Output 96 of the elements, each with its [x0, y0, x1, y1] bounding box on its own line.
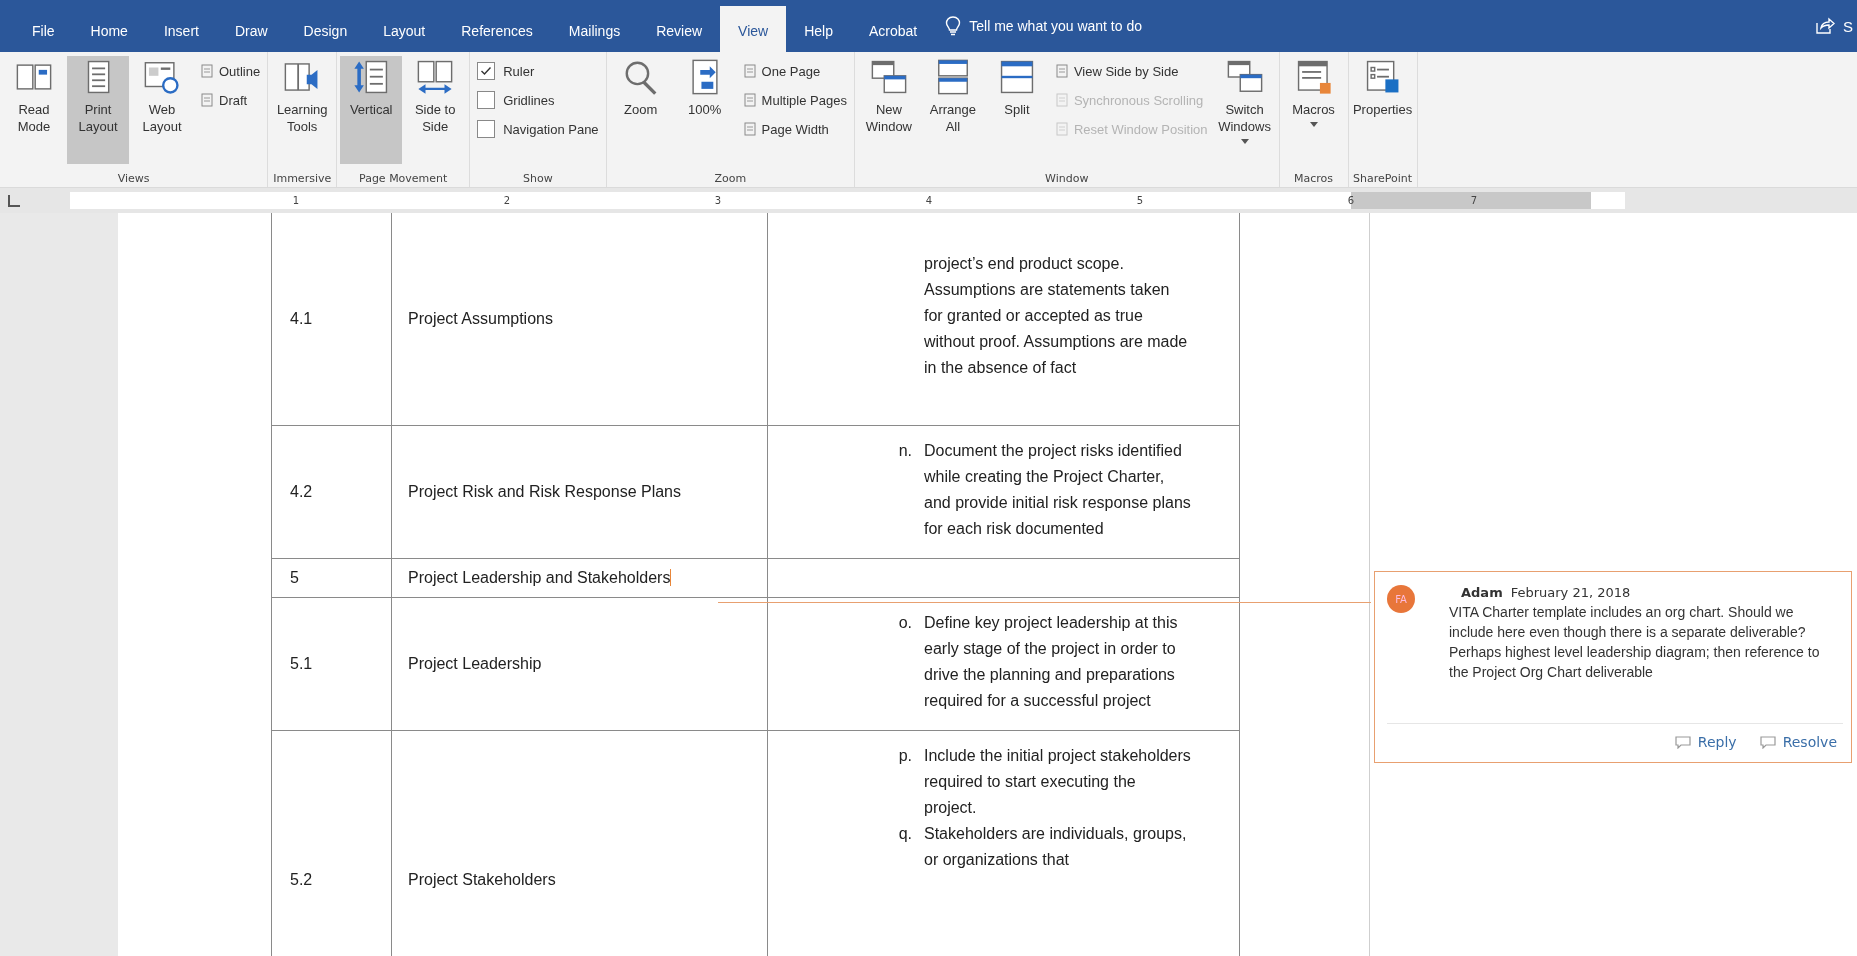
comment-action[interactable]: Resolve: [1758, 734, 1837, 750]
group-label: Window: [1044, 172, 1090, 185]
group-label: Immersive: [272, 172, 333, 185]
table-cell: Project Stakeholders: [408, 871, 556, 888]
ribbon-tab[interactable]: Acrobat: [851, 6, 936, 52]
ribbon-tab[interactable]: Insert: [145, 6, 217, 52]
ribbon-tab[interactable]: Design: [285, 6, 366, 52]
cell-text: Stakeholders are individuals, groups, or organizations that: [924, 824, 1188, 870]
comment-date: February 21, 2018: [1510, 584, 1631, 600]
ribbon-button[interactable]: Outline: [195, 58, 265, 84]
ribbon-button[interactable]: Properties: [1351, 56, 1414, 164]
ribbon-tab[interactable]: File: [14, 6, 73, 52]
cell-text: project’s end product scope. Assumptions are statements taken for granted or accepted as true without proof. Assumptions are made in the absence of fact: [924, 254, 1189, 378]
checkmark-icon: [480, 65, 493, 77]
ruler-number: 5: [1136, 195, 1143, 206]
page-icon: [1053, 63, 1070, 79]
ribbon-button[interactable]: Print Layout: [67, 56, 129, 164]
ribbon-button[interactable]: Switch Windows: [1213, 56, 1276, 164]
checkbox[interactable]: Gridlines: [473, 87, 603, 113]
ribbon-button[interactable]: Macros: [1282, 56, 1345, 164]
ribbon-button[interactable]: Learning Tools: [271, 56, 334, 164]
group-label: Views: [116, 172, 151, 185]
table-cell: Project Risk and Risk Response Plans: [408, 483, 681, 500]
cell-text: Include the initial project stakeholders required to start executing the project.: [924, 746, 1192, 818]
page-icon: [741, 92, 758, 108]
ribbon-tab[interactable]: View: [720, 6, 787, 52]
ribbon-tab[interactable]: Layout: [365, 6, 444, 52]
lightbulb-icon: [945, 16, 962, 36]
group-label: Page Movement: [358, 172, 449, 185]
ribbon-button[interactable]: One Page: [737, 58, 851, 84]
ribbon-tab[interactable]: Home: [72, 6, 146, 52]
group-label: Zoom: [713, 172, 748, 185]
cell-text: Define key project leadership at this early stage of the project in order to drive the planning and preparations required for a successful project: [924, 613, 1179, 711]
ruler-number: 7: [1470, 195, 1478, 206]
ribbon-button[interactable]: View Side by Side: [1049, 58, 1212, 84]
list-marker: o.: [898, 614, 912, 631]
page-icon: [1053, 92, 1070, 108]
ribbon-tab[interactable]: Help: [786, 6, 851, 52]
comment-text: VITA Charter template includes an org chart. Should we include here even though there is a separate deliverable?: [1449, 603, 1807, 642]
list-marker: q.: [898, 825, 912, 842]
table-cell: 4.2: [290, 483, 313, 500]
ribbon-button[interactable]: Arrange All: [921, 56, 984, 164]
checkbox[interactable]: Navigation Pane: [473, 116, 603, 142]
comment-author: Adam: [1461, 584, 1503, 600]
share-icon: [1815, 17, 1835, 35]
windows-icon: [869, 58, 908, 96]
table-cell: Project Leadership: [408, 655, 542, 672]
checkbox[interactable]: Ruler: [473, 58, 603, 84]
list-marker: p.: [898, 747, 912, 764]
page-icon: [741, 63, 758, 79]
table-cell: Project Leadership and Stakeholders: [408, 569, 672, 586]
comment-action[interactable]: Reply: [1673, 734, 1737, 750]
ruler-number: 6: [1347, 195, 1354, 206]
avatar: FA: [1387, 585, 1415, 613]
group-label: Macros: [1293, 172, 1335, 185]
ribbon-button[interactable]: Read Mode: [3, 56, 65, 164]
ribbon-button[interactable]: 100%: [673, 56, 736, 164]
ribbon-button[interactable]: Draft: [195, 87, 265, 113]
table-cell: 4.1: [290, 310, 313, 327]
comment-icon: [1758, 735, 1777, 749]
share-button[interactable]: S: [1805, 0, 1857, 52]
ribbon-tab[interactable]: Review: [638, 6, 721, 52]
table-cell: 5: [290, 569, 299, 586]
table-cell: 5.2: [290, 871, 313, 888]
ribbon-button[interactable]: Side to Side: [404, 56, 467, 164]
table-cell: Project Assumptions: [408, 310, 553, 327]
ribbon-tab[interactable]: Draw: [216, 6, 286, 52]
ruler-number: 1: [292, 195, 299, 206]
group-label: Show: [522, 172, 554, 185]
group-label: SharePoint: [1352, 172, 1414, 185]
tab-selector[interactable]: [8, 194, 20, 207]
comment-card[interactable]: [1374, 571, 1852, 763]
ribbon-button[interactable]: Web Layout: [131, 56, 193, 164]
cell-text: Document the project risks identified while creating the Project Charter, and provide initial risk response plans for each risk documented: [924, 441, 1192, 539]
ruler-number: 2: [503, 195, 510, 206]
page-icon: [199, 92, 215, 108]
ribbon-button[interactable]: Page Width: [737, 116, 851, 142]
tell-me-field[interactable]: Tell me what you want to do: [967, 17, 1212, 35]
ruler-number: 3: [714, 195, 721, 206]
ribbon-button[interactable]: Zoom: [609, 56, 672, 164]
table-cell: 5.1: [290, 655, 313, 672]
pages-arrow-icon: [416, 58, 455, 96]
comment-text: Perhaps highest level leadership diagram; then reference to the Project Org Chart deliverable: [1449, 643, 1821, 682]
ruler-number: 4: [925, 195, 932, 206]
ribbon-button[interactable]: Multiple Pages: [737, 87, 851, 113]
list-marker: n.: [898, 442, 912, 459]
ribbon-button[interactable]: Split: [985, 56, 1048, 164]
ribbon-button[interactable]: Vertical: [340, 56, 403, 164]
ribbon-tab[interactable]: References: [443, 6, 551, 52]
comment-icon: [1673, 735, 1692, 749]
page-icon: [199, 63, 215, 79]
ruler[interactable]: 1 2 3 4 5 6 7: [70, 192, 1625, 209]
page-icon: [1053, 121, 1070, 137]
ribbon-button[interactable]: New Window: [857, 56, 920, 164]
page-icon: [741, 121, 758, 137]
ribbon-tab[interactable]: Mailings: [550, 6, 639, 52]
